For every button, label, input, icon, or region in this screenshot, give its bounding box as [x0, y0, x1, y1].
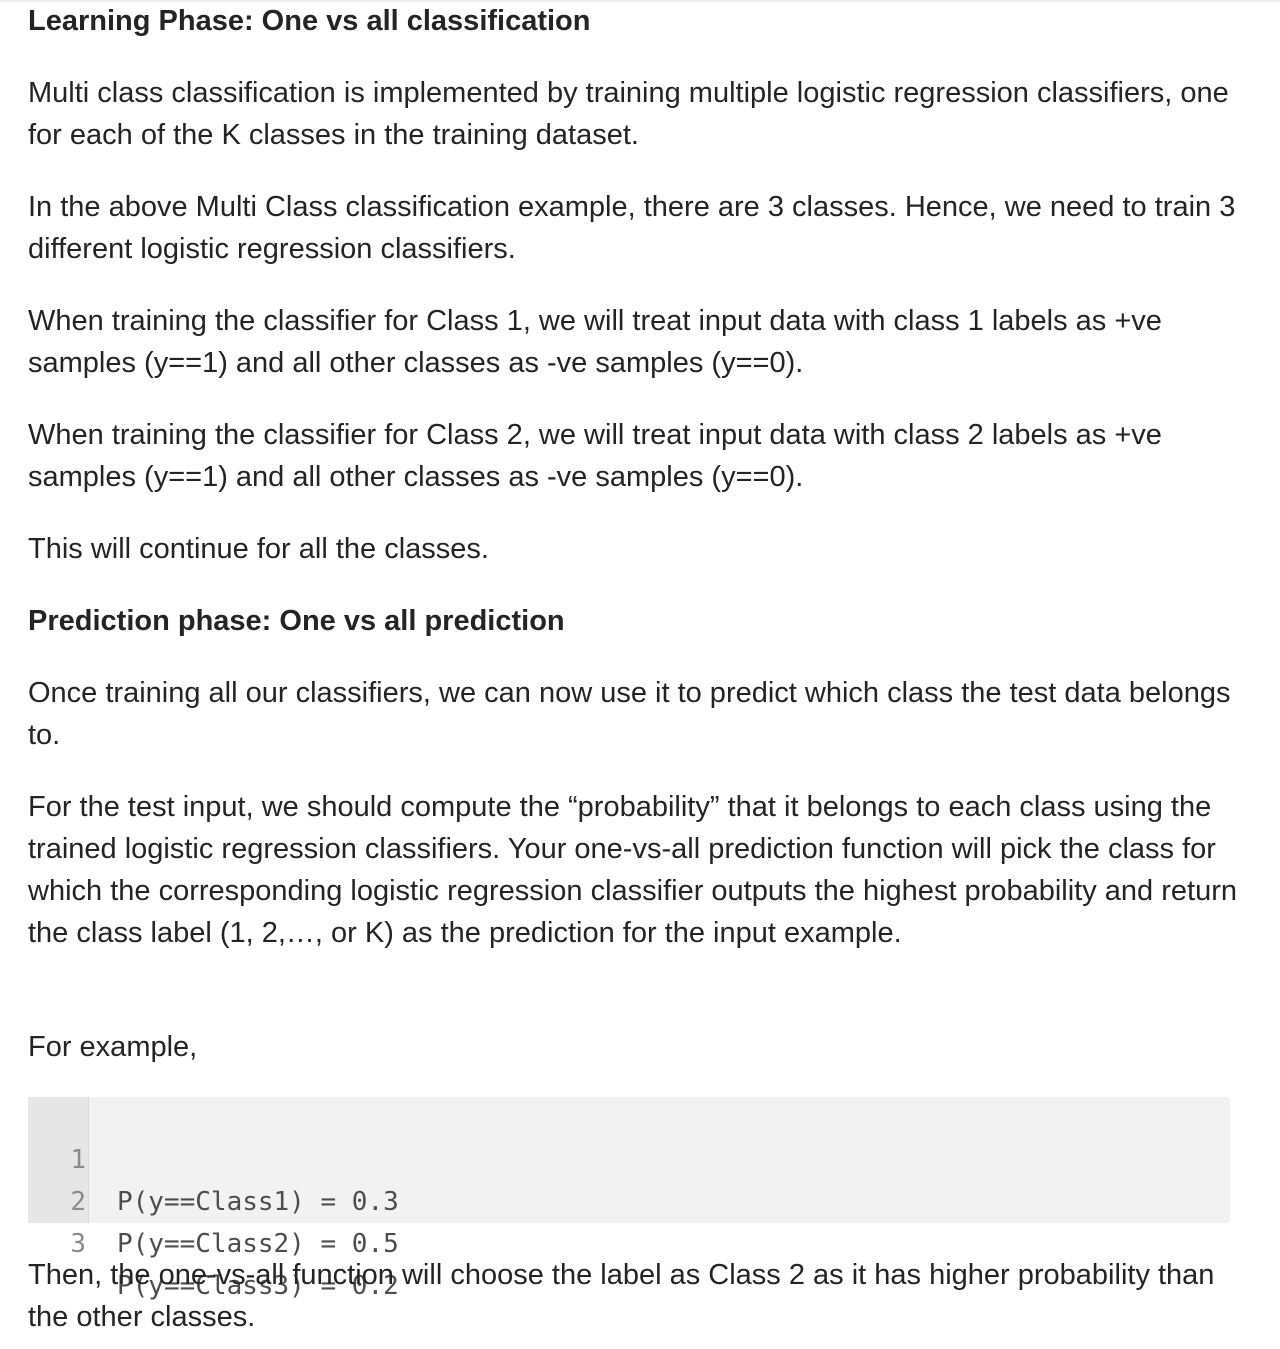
paragraph-class2-training: When training the classifier for Class 2… [28, 419, 1162, 493]
code-text: P(y==Class1) = 0.3 [117, 1187, 399, 1217]
paragraph-three-classes: In the above Multi Class classification … [28, 191, 1236, 265]
code-line: 2 P(y==Class2) = 0.5 [28, 1139, 398, 1259]
heading-prediction-phase: Prediction phase: One vs all prediction [28, 605, 565, 637]
code-block: 1 P(y==Class1) = 0.3 2 P(y==Class2) = 0.… [28, 1097, 1230, 1301]
paragraph-class1-training: When training the classifier for Class 1… [28, 305, 1162, 379]
code-line: 1 P(y==Class1) = 0.3 [28, 1097, 398, 1217]
paragraph-for-example: For example, [28, 1031, 198, 1063]
paragraph-probability: For the test input, we should compute th… [28, 791, 1237, 949]
paragraph-prediction-intro: Once training all our classifiers, we ca… [28, 677, 1231, 751]
heading-learning-phase: Learning Phase: One vs all classificatio… [28, 5, 591, 37]
code-line: 3 P(y==Class3) = 0.2 [28, 1181, 398, 1301]
paragraph-multiclass-intro: Multi class classification is implemente… [28, 77, 1229, 151]
paragraph-conclusion: Then, the one-vs-all function will choos… [28, 1259, 1215, 1333]
paragraph-continue: This will continue for all the classes. [28, 533, 489, 565]
